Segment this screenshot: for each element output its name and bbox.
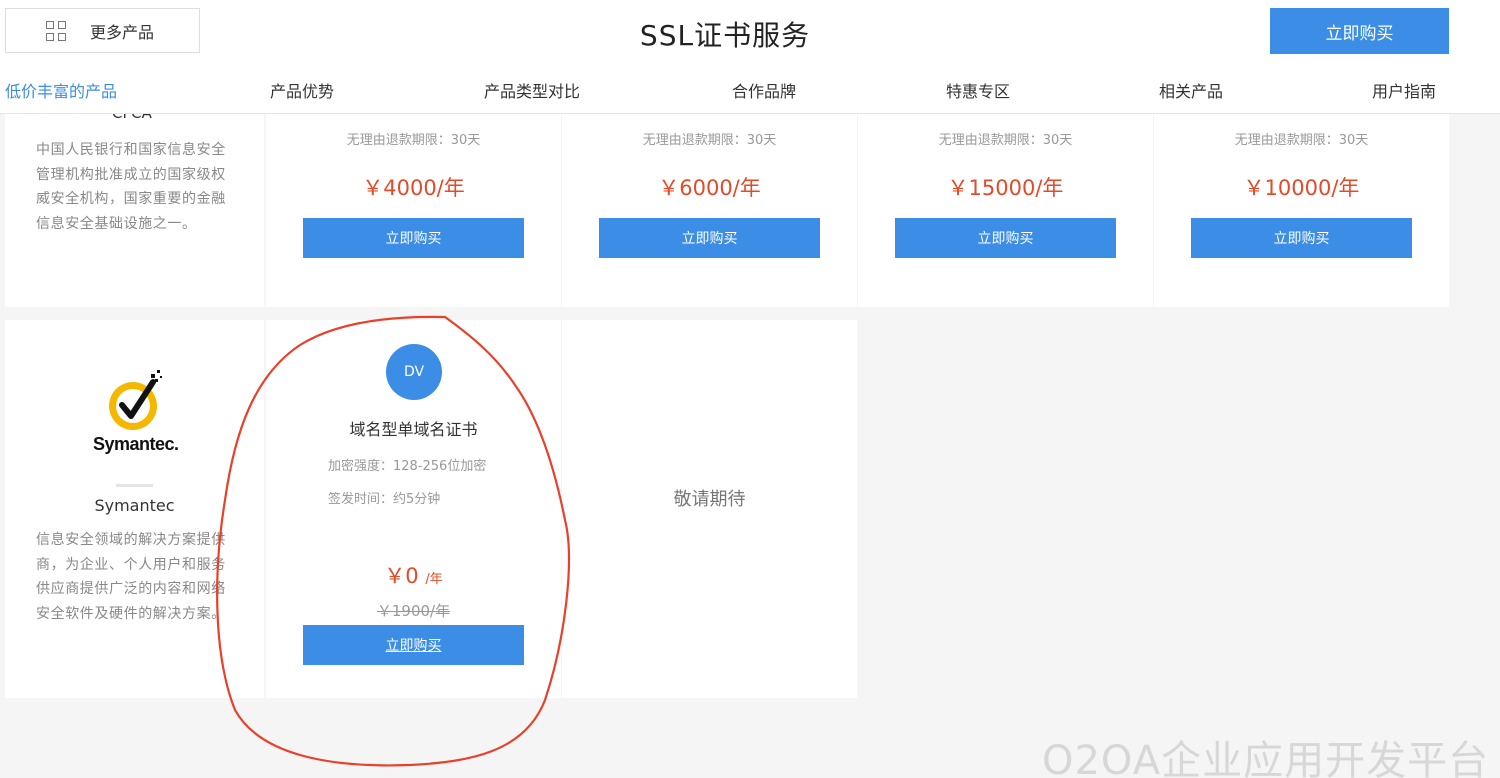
tab-related-products[interactable]: 相关产品 (1159, 78, 1223, 102)
coming-soon-text: 敬请期待 (673, 489, 746, 510)
product-card: 无理由退款期限：30天 ￥15000/年 立即购买 (858, 114, 1153, 307)
promo-price: ￥0 /年 (266, 560, 561, 590)
buy-button[interactable]: 立即购买 (303, 625, 524, 665)
symantec-logo: Symantec. (85, 368, 185, 458)
product-card-dv: DV 域名型单域名证书 加密强度：128-256位加密 签发时间：约5分钟 ￥0… (266, 320, 561, 698)
brand-name: Symantec (94, 496, 175, 515)
tab-user-guide[interactable]: 用户指南 (1372, 78, 1436, 102)
encryption-strength: 加密强度：128-256位加密 (328, 459, 487, 474)
product-card: 无理由退款期限：30天 ￥10000/年 立即购买 (1154, 114, 1449, 307)
certificate-name: 域名型单域名证书 (349, 420, 478, 439)
original-price: ￥1900/年 (376, 602, 451, 620)
refund-period: 无理由退款期限：30天 (346, 133, 481, 148)
page-header: 更多产品 SSL证书服务 立即购买 低价丰富的产品 产品优势 产品类型对比 合作… (0, 0, 1500, 114)
product-card: 无理由退款期限：30天 ￥4000/年 立即购买 (266, 114, 561, 307)
coming-soon-card: 敬请期待 (562, 320, 857, 698)
refund-period: 无理由退款期限：30天 (1234, 133, 1369, 148)
nav-tabs: 低价丰富的产品 产品优势 产品类型对比 合作品牌 特惠专区 相关产品 用户指南 (0, 66, 1450, 110)
symantec-logo-text: Symantec. (93, 434, 179, 454)
buy-button[interactable]: 立即购买 (599, 218, 820, 258)
tab-type-comparison[interactable]: 产品类型对比 (484, 78, 580, 102)
divider (116, 484, 153, 487)
page-title: SSL证书服务 (639, 19, 811, 52)
watermark: O2OA企业应用开发平台 (1042, 738, 1490, 778)
refund-period: 无理由退款期限：30天 (938, 133, 1073, 148)
tab-products[interactable]: 低价丰富的产品 (5, 78, 117, 102)
tab-partner-brands[interactable]: 合作品牌 (732, 78, 796, 102)
buy-button[interactable]: 立即购买 (895, 218, 1116, 258)
product-price: ￥10000/年 (1243, 176, 1360, 200)
header-buy-button[interactable]: 立即购买 (1270, 8, 1449, 54)
issue-time: 签发时间：约5分钟 (328, 492, 441, 507)
brand-card-symantec: Symantec. Symantec 信息安全领域的解决方案提供商，为企业、个人… (5, 320, 264, 698)
dv-badge: DV (386, 344, 442, 400)
buy-button[interactable]: 立即购买 (1191, 218, 1412, 258)
promo-price-value: ￥0 (384, 564, 419, 588)
brand-description: 信息安全领域的解决方案提供商，为企业、个人用户和服务供应商提供广泛的内容和网络安… (36, 532, 226, 622)
tab-advantages[interactable]: 产品优势 (270, 78, 334, 102)
buy-button[interactable]: 立即购买 (303, 218, 524, 258)
product-price: ￥15000/年 (947, 176, 1064, 200)
product-price: ￥4000/年 (362, 176, 465, 200)
product-price: ￥6000/年 (658, 176, 761, 200)
refund-period: 无理由退款期限：30天 (642, 133, 777, 148)
brand-description: 中国人民银行和国家信息安全管理机构批准成立的国家级权威安全机构，国家重要的金融信… (36, 142, 226, 232)
promo-price-unit: /年 (425, 572, 443, 587)
brand-card-cfca: 中国人民银行和国家信息安全管理机构批准成立的国家级权威安全机构，国家重要的金融信… (5, 114, 264, 307)
tab-special-offers[interactable]: 特惠专区 (946, 78, 1010, 102)
product-card: 无理由退款期限：30天 ￥6000/年 立即购买 (562, 114, 857, 307)
